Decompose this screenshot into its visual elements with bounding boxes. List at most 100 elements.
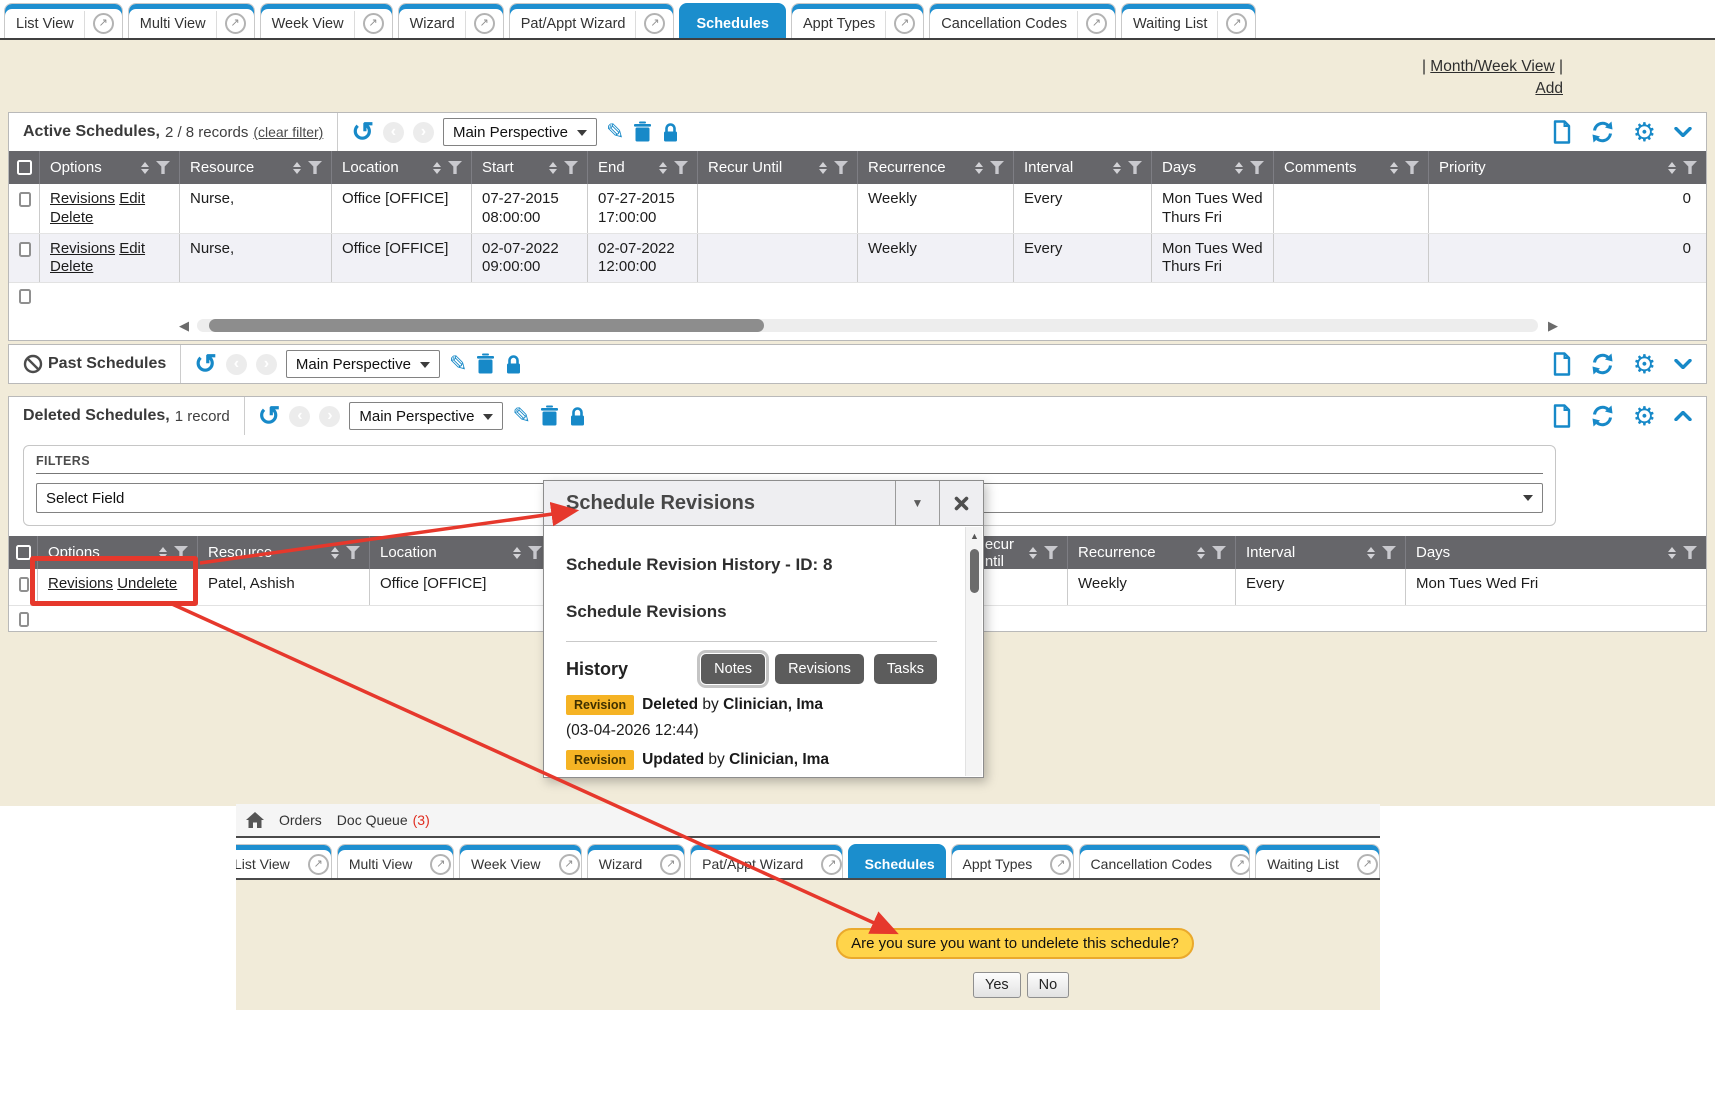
add-link[interactable]: Add — [1422, 78, 1563, 100]
open-new-window-icon[interactable]: ↗ — [217, 8, 254, 34]
report-icon[interactable] — [1552, 120, 1572, 144]
dialog-header[interactable]: Schedule Revisions ▼ — [544, 481, 983, 526]
open-new-window-icon[interactable]: ↗ — [813, 849, 842, 875]
tab-appt-types[interactable]: Appt Types↗ — [791, 3, 924, 38]
tab-wizard[interactable]: Wizard↗ — [398, 3, 504, 38]
delete-link[interactable]: Delete — [50, 258, 93, 275]
mini-tab-waiting-list[interactable]: Waiting List↗ — [1255, 844, 1380, 878]
filter-icon[interactable] — [1212, 546, 1226, 559]
open-new-window-icon[interactable]: ↗ — [1349, 849, 1380, 875]
no-button[interactable]: No — [1027, 972, 1070, 998]
tab-list-view[interactable]: List View↗ — [4, 3, 123, 38]
mini-tab-wizard[interactable]: Wizard↗ — [587, 844, 685, 878]
sort-icon[interactable] — [293, 162, 301, 174]
filter-icon[interactable] — [564, 161, 578, 174]
revisions-link[interactable]: Revisions — [50, 240, 115, 257]
filter-icon[interactable] — [1128, 161, 1142, 174]
next-perspective-button[interactable]: › — [413, 122, 434, 143]
open-new-window-icon[interactable]: ↗ — [466, 8, 503, 34]
open-new-window-icon[interactable]: ↗ — [1218, 8, 1255, 34]
scroll-up-icon[interactable]: ▲ — [970, 531, 979, 541]
yes-button[interactable]: Yes — [973, 972, 1021, 998]
sort-icon[interactable] — [975, 162, 983, 174]
dialog-close-button[interactable] — [939, 481, 983, 525]
home-icon[interactable] — [246, 812, 264, 828]
filter-icon[interactable] — [346, 546, 360, 559]
open-new-window-icon[interactable]: ↗ — [636, 8, 673, 34]
sort-icon[interactable] — [141, 162, 149, 174]
open-new-window-icon[interactable]: ↗ — [300, 849, 332, 875]
filter-icon[interactable] — [528, 546, 542, 559]
sort-icon[interactable] — [1390, 162, 1398, 174]
open-new-window-icon[interactable]: ↗ — [1078, 8, 1115, 34]
sort-icon[interactable] — [1029, 547, 1037, 559]
scrollbar-thumb[interactable] — [970, 549, 979, 593]
collapse-chevron-icon[interactable] — [1674, 127, 1692, 137]
tab-pat-appt-wizard[interactable]: Pat/Appt Wizard↗ — [509, 3, 675, 38]
edit-perspective-icon[interactable]: ✎ — [606, 121, 624, 143]
mini-tab-multi-view[interactable]: Multi View↗ — [337, 844, 454, 878]
sort-icon[interactable] — [549, 162, 557, 174]
filter-icon[interactable] — [308, 161, 322, 174]
filter-icon[interactable] — [1405, 161, 1419, 174]
refresh-icon[interactable] — [1590, 404, 1615, 428]
refresh-icon[interactable] — [1590, 120, 1615, 144]
row-checkbox[interactable] — [19, 242, 31, 257]
sort-icon[interactable] — [819, 162, 827, 174]
next-perspective-button[interactable]: › — [256, 354, 277, 375]
filter-icon[interactable] — [1044, 546, 1058, 559]
sort-icon[interactable] — [659, 162, 667, 174]
open-new-window-icon[interactable]: ↗ — [1222, 849, 1250, 875]
row-checkbox[interactable] — [19, 577, 29, 592]
delete-perspective-icon[interactable] — [476, 353, 495, 375]
select-all-checkbox[interactable] — [9, 151, 39, 184]
expand-chevron-icon[interactable] — [1674, 359, 1692, 369]
sort-icon[interactable] — [1113, 162, 1121, 174]
mini-tab-appt-types[interactable]: Appt Types↗ — [951, 844, 1074, 878]
perspective-select[interactable]: Main Perspective — [443, 118, 597, 146]
dialog-scrollbar[interactable]: ▲ — [965, 527, 982, 776]
edit-link[interactable]: Edit — [119, 240, 145, 257]
filter-icon[interactable] — [990, 161, 1004, 174]
revisions-button[interactable]: Revisions — [775, 654, 864, 684]
filter-icon[interactable] — [1683, 546, 1697, 559]
filter-icon[interactable] — [156, 161, 170, 174]
reset-icon[interactable]: ↺ — [258, 406, 281, 426]
open-new-window-icon[interactable]: ↗ — [1042, 849, 1073, 875]
scrollbar-track[interactable] — [197, 319, 1538, 332]
reset-icon[interactable]: ↺ — [351, 122, 374, 142]
tab-cancellation-codes[interactable]: Cancellation Codes↗ — [929, 3, 1116, 38]
month-week-view-link[interactable]: Month/Week View — [1430, 58, 1554, 75]
edit-perspective-icon[interactable]: ✎ — [512, 405, 530, 427]
open-new-window-icon[interactable]: ↗ — [886, 8, 923, 34]
sort-icon[interactable] — [1367, 547, 1375, 559]
tab-multi-view[interactable]: Multi View↗ — [128, 3, 255, 38]
lock-icon[interactable] — [568, 406, 587, 427]
filter-icon[interactable] — [448, 161, 462, 174]
sort-icon[interactable] — [331, 547, 339, 559]
clear-filter-link[interactable]: (clear filter) — [253, 124, 323, 140]
gear-icon[interactable]: ⚙ — [1633, 119, 1656, 145]
perspective-select[interactable]: Main Perspective — [286, 350, 440, 378]
scrollbar-thumb[interactable] — [209, 319, 764, 332]
open-new-window-icon[interactable]: ↗ — [422, 849, 454, 875]
lock-icon[interactable] — [661, 122, 680, 143]
tab-week-view[interactable]: Week View↗ — [260, 3, 393, 38]
collapse-chevron-icon[interactable] — [1674, 411, 1692, 421]
open-new-window-icon[interactable]: ↗ — [85, 8, 122, 34]
tasks-button[interactable]: Tasks — [874, 654, 937, 684]
scroll-right-icon[interactable]: ▶ — [1548, 319, 1558, 332]
open-new-window-icon[interactable]: ↗ — [355, 8, 392, 34]
sort-icon[interactable] — [433, 162, 441, 174]
dialog-minimize-button[interactable]: ▼ — [895, 481, 939, 525]
lock-icon[interactable] — [504, 354, 523, 375]
mini-tab-list-view[interactable]: List View↗ — [236, 844, 332, 878]
orders-link[interactable]: Orders — [279, 812, 322, 828]
next-perspective-button[interactable]: › — [319, 406, 340, 427]
sort-icon[interactable] — [1235, 162, 1243, 174]
filter-icon[interactable] — [1250, 161, 1264, 174]
prev-perspective-button[interactable]: ‹ — [289, 406, 310, 427]
mini-tab-schedules[interactable]: Schedules — [848, 844, 946, 878]
row-checkbox[interactable] — [19, 289, 31, 304]
prev-perspective-button[interactable]: ‹ — [383, 122, 404, 143]
